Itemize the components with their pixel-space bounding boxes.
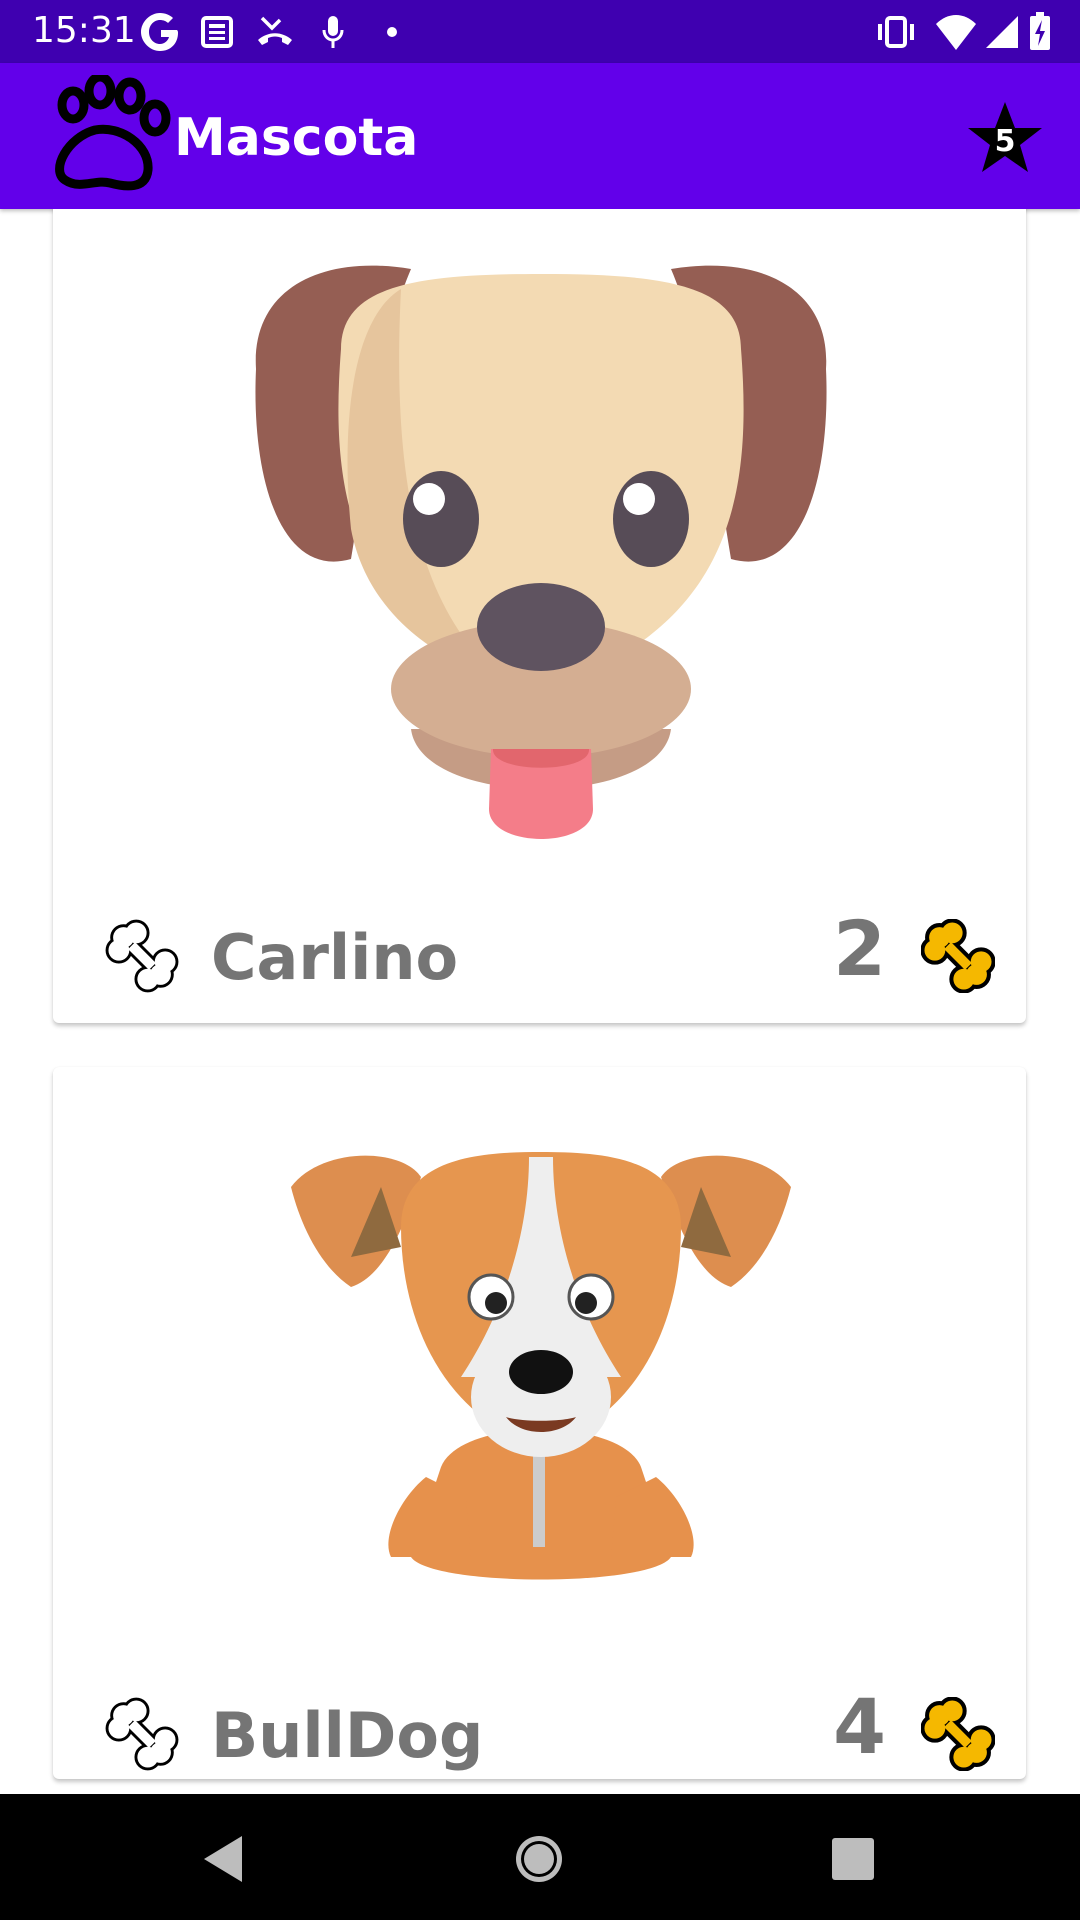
paw-icon bbox=[55, 75, 171, 191]
status-bar: 15:31 bbox=[0, 0, 1080, 63]
bone-gold-icon bbox=[921, 919, 995, 993]
news-icon bbox=[201, 16, 233, 48]
mic-icon bbox=[322, 16, 344, 48]
pet-card[interactable]: Carlino 2 bbox=[53, 209, 1026, 1023]
favorites-button[interactable]: 5 bbox=[965, 98, 1045, 178]
bone-outline-icon[interactable] bbox=[105, 1697, 179, 1771]
pet-rating: 2 bbox=[833, 904, 886, 993]
navigation-bar bbox=[0, 1794, 1080, 1920]
battery-charging-icon bbox=[1030, 12, 1050, 50]
recents-icon[interactable] bbox=[826, 1832, 880, 1886]
pet-list[interactable]: Carlino 2 BullDog 4 bbox=[0, 209, 1080, 1794]
app-title: Mascota bbox=[174, 108, 419, 168]
home-icon[interactable] bbox=[512, 1832, 566, 1886]
vibrate-icon bbox=[878, 16, 914, 48]
missed-call-icon bbox=[258, 16, 292, 45]
pet-card-footer: Carlino 2 bbox=[53, 901, 1026, 1011]
sitting-dog-illustration bbox=[291, 1152, 791, 1580]
signal-icon bbox=[986, 16, 1018, 48]
wifi-icon bbox=[936, 15, 976, 50]
pet-name: BullDog bbox=[211, 1699, 484, 1772]
app-bar: Mascota 5 bbox=[0, 63, 1080, 209]
status-time: 15:31 bbox=[32, 10, 136, 51]
puppy-face-illustration bbox=[255, 265, 827, 839]
back-icon[interactable] bbox=[198, 1832, 252, 1886]
bone-gold-icon bbox=[921, 1697, 995, 1771]
dot-icon bbox=[387, 27, 397, 37]
pet-rating: 4 bbox=[833, 1682, 886, 1771]
pet-name: Carlino bbox=[211, 921, 459, 994]
google-icon bbox=[141, 13, 178, 51]
pet-card[interactable]: BullDog 4 bbox=[53, 1067, 1026, 1779]
bone-outline-icon[interactable] bbox=[105, 919, 179, 993]
pet-card-footer: BullDog 4 bbox=[53, 1679, 1026, 1789]
favorites-count: 5 bbox=[994, 124, 1016, 159]
